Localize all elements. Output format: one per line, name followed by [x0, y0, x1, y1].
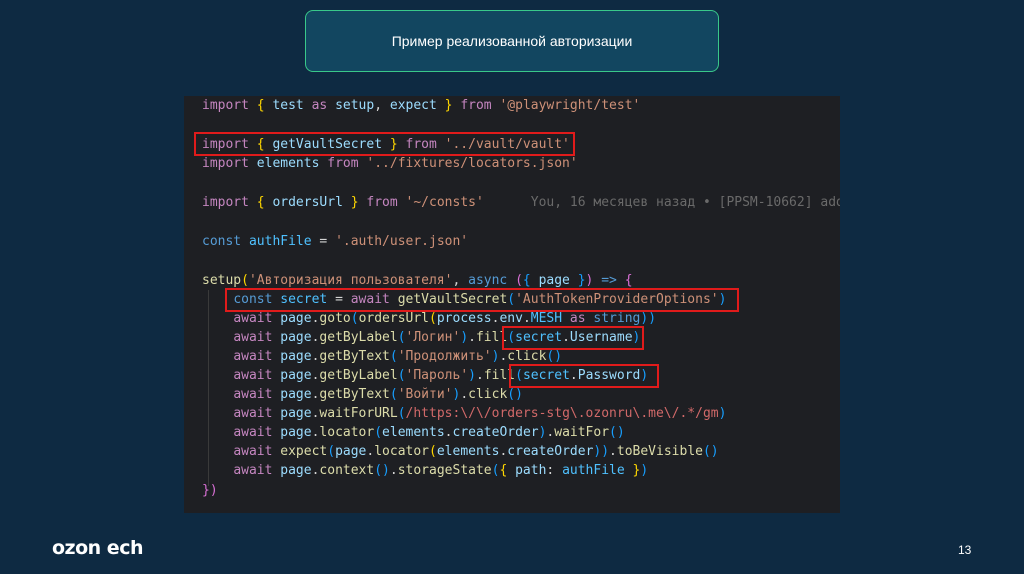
code-line-13: await page.waitForURL(/https:\/\/orders-…	[233, 406, 727, 421]
code-line-3: import elements from '../fixtures/locato…	[202, 156, 578, 171]
title-box: Пример реализованной авторизации	[305, 10, 719, 72]
code-editor: import { test as setup, expect } from '@…	[184, 96, 840, 513]
slide: Пример реализованной авторизации import …	[0, 0, 1024, 574]
code-line-12: await page.getByText('Войти').click()	[233, 387, 523, 402]
code-line-15: await expect(page.locator(elements.creat…	[233, 444, 719, 459]
ozon-tech-logo: ozon ech	[52, 537, 143, 559]
code-line-1: import { test as setup, expect } from '@…	[202, 98, 641, 113]
code-line-14: await page.locator(elements.createOrder)…	[233, 425, 625, 440]
highlight-secret-password	[509, 364, 659, 388]
page-number: 13	[958, 543, 972, 557]
code-line-16: await page.context().storageState({ path…	[233, 463, 649, 478]
code-line-4: import { ordersUrl } from '~/consts' You…	[202, 193, 840, 212]
highlight-const-secret	[225, 288, 739, 312]
highlight-secret-username	[502, 326, 644, 350]
highlight-import-getvaultsecret	[194, 132, 575, 156]
code-line-17: })	[202, 483, 218, 498]
git-blame-annotation: You, 16 месяцев назад • [PPSM-10662] add	[530, 195, 840, 210]
code-line-5: const authFile = '.auth/user.json'	[202, 234, 469, 249]
slide-title: Пример реализованной авторизации	[391, 33, 633, 49]
